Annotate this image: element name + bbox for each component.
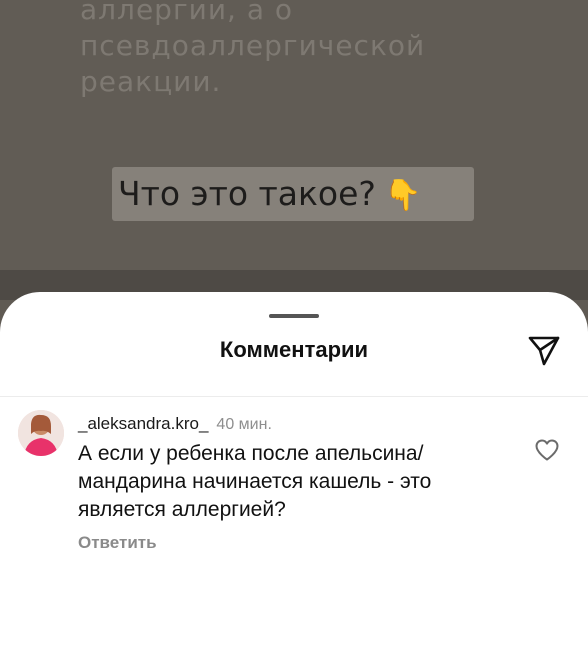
avatar-image xyxy=(18,410,64,456)
reply-button[interactable]: Ответить xyxy=(78,532,157,554)
comment-header: _aleksandra.kro_ 40 мин. xyxy=(78,414,272,435)
post-background: аллергии, а о псевдоаллергической реакци… xyxy=(0,0,588,300)
sheet-title: Комментарии xyxy=(219,337,369,362)
comments-sheet: Комментарии _aleksandra.kro_ 40 мин. А ес… xyxy=(0,292,588,672)
post-text-line: псевдоаллергической xyxy=(80,29,426,62)
divider xyxy=(0,396,588,397)
comment-text-line: А если у ребенка после апельсина/ xyxy=(78,442,424,465)
drag-handle[interactable] xyxy=(269,314,319,318)
post-text: аллергии, а о псевдоаллергической реакци… xyxy=(80,0,425,100)
comment-timestamp: 40 мин. xyxy=(216,416,272,433)
send-paper-plane-icon[interactable] xyxy=(526,332,562,368)
comment-username[interactable]: _aleksandra.kro_ xyxy=(78,414,208,433)
post-question-text: Что это такое? xyxy=(118,174,376,213)
heart-outline-icon[interactable] xyxy=(534,438,560,462)
comment-text-line: мандарина начинается кашель - это xyxy=(78,470,432,493)
post-question: Что это такое? 👇 xyxy=(118,172,421,218)
pointing-down-hand-icon: 👇 xyxy=(383,178,422,213)
comment-text: А если у ребенка после апельсина/ мандар… xyxy=(78,440,498,524)
post-text-line: реакции. xyxy=(80,65,222,98)
avatar[interactable] xyxy=(18,410,64,456)
post-text-line: аллергии, а о xyxy=(80,0,294,26)
comment-text-line: является аллергией? xyxy=(78,498,286,521)
